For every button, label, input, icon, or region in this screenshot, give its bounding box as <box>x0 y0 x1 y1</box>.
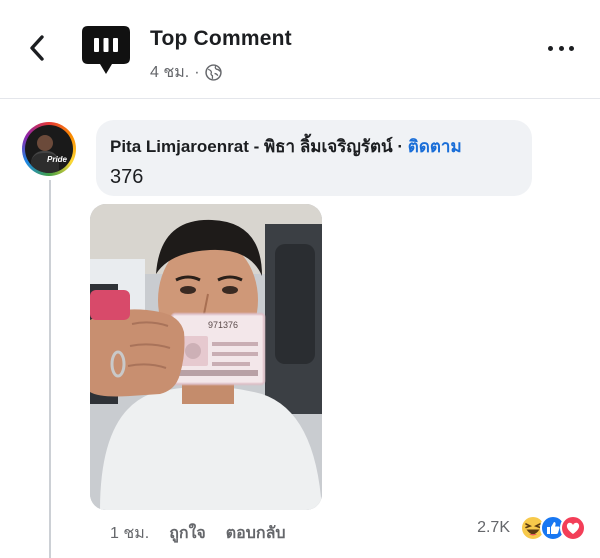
back-button[interactable] <box>22 30 52 66</box>
thread-line <box>49 180 51 558</box>
comment-bubble: Pita Limjaroenrat - พิธา ลิ้มเจริญรัตน์ … <box>96 120 532 196</box>
reaction-count: 2.7K <box>477 519 510 536</box>
comment-text: 376 <box>110 166 144 188</box>
comment-time[interactable]: 1 ชม. <box>110 521 149 546</box>
page-title[interactable]: Top Comment <box>150 27 292 51</box>
comment-author[interactable]: Pita Limjaroenrat - พิธา ลิ้มเจริญรัตน์ <box>110 137 393 156</box>
comment-header: Pita Limjaroenrat - พิธา ลิ้มเจริญรัตน์ … <box>110 133 518 160</box>
post-meta: 4 ชม. · <box>150 60 222 85</box>
page-logo[interactable] <box>78 22 134 78</box>
header: Top Comment 4 ชม. · <box>0 0 600 98</box>
avatar[interactable]: Pride <box>22 122 76 176</box>
comment-actions: 1 ชม. ถูกใจ ตอบกลับ <box>110 521 286 546</box>
more-options-button[interactable] <box>548 38 574 58</box>
meta-separator: · <box>194 63 200 81</box>
avatar-photo: Pride <box>25 125 73 173</box>
photo-illustration: 971376 <box>90 204 322 510</box>
love-icon <box>560 515 586 541</box>
comment-photo[interactable]: 971376 <box>90 204 322 510</box>
avatar-badge: Pride <box>47 155 68 164</box>
more-dot <box>558 45 564 51</box>
follow-link[interactable]: ติดตาม <box>408 137 462 156</box>
reaction-icons <box>520 515 586 541</box>
chevron-left-icon <box>30 35 44 61</box>
chat-bubble-logo <box>82 26 130 74</box>
reaction-summary[interactable]: 2.7K <box>477 515 586 541</box>
header-divider <box>0 98 600 99</box>
like-button[interactable]: ถูกใจ <box>169 521 206 546</box>
author-separator: · <box>397 137 404 156</box>
more-dot <box>548 45 553 51</box>
reply-button[interactable]: ตอบกลับ <box>226 521 286 546</box>
svg-text:971376: 971376 <box>208 320 238 330</box>
more-dot <box>569 45 574 51</box>
globe-icon <box>204 64 222 81</box>
post-time[interactable]: 4 ชม. <box>150 60 189 85</box>
